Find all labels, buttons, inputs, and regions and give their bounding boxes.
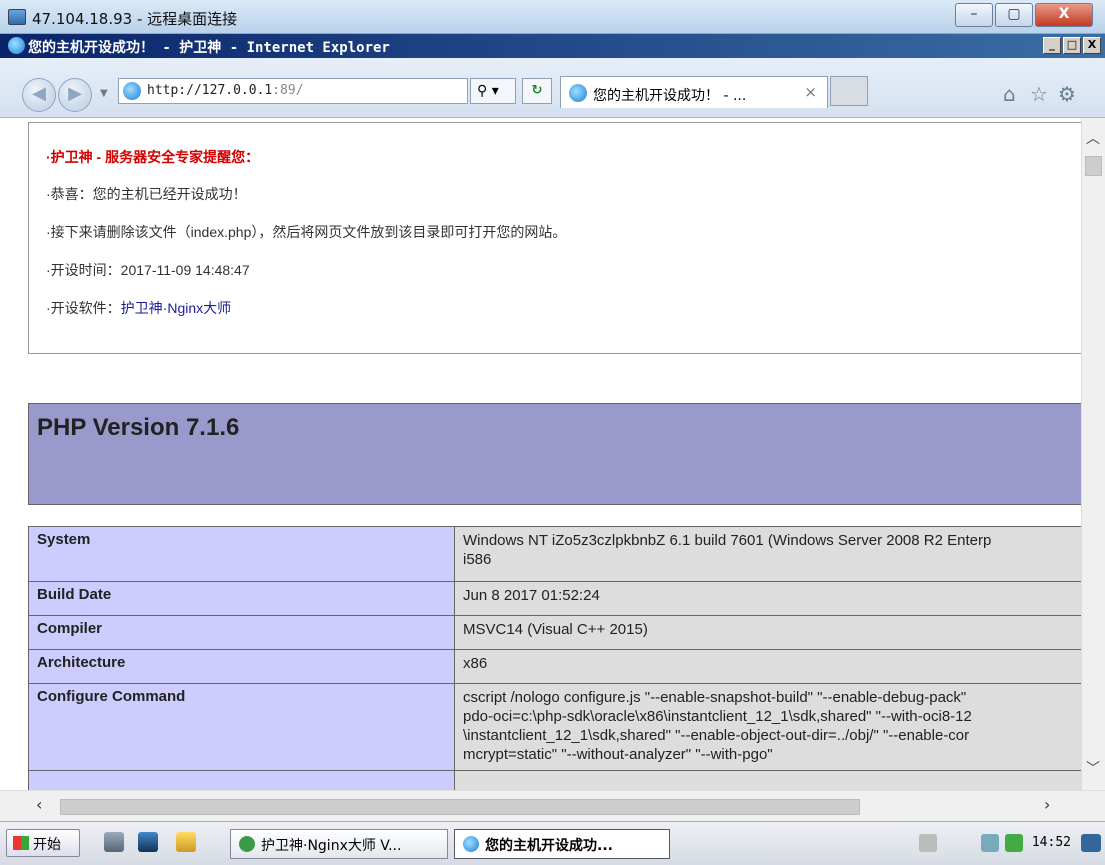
software-link[interactable]: 护卫神·Nginx大师 [121,300,231,316]
row-value [454,770,1081,790]
vertical-scroll-thumb[interactable] [1085,156,1102,176]
system-value-line-2: i586 [463,551,492,568]
system-value-line-1: Windows NT iZo5z3czlpkbnbZ 6.1 build 760… [463,532,992,549]
configure-line: \instantclient_12_1\sdk,shared" "--enabl… [463,727,970,744]
clock[interactable]: 14:52 [1032,835,1071,850]
task-label: 护卫神·Nginx大师 V... [261,838,402,854]
rdp-restore-button[interactable]: ▢ [995,3,1033,27]
security-icon[interactable] [1005,834,1023,852]
row-value: Windows NT iZo5z3czlpkbnbZ 6.1 build 760… [454,526,1081,582]
gear-icon[interactable]: ⚙ [1058,82,1076,106]
table-row: System Windows NT iZo5z3czlpkbnbZ 6.1 bu… [28,526,1081,582]
row-value: x86 [454,649,1081,684]
scroll-right-icon[interactable]: › [1044,795,1050,814]
ie-minimize-button[interactable]: _ [1043,37,1061,54]
configure-line: pdo-oci=c:\php-sdk\oracle\x86\instantcli… [463,708,972,725]
favorites-star-icon[interactable]: ☆ [1030,82,1048,106]
row-value: Jun 8 2017 01:52:24 [454,581,1081,616]
forward-arrow-icon: ▶ [68,83,82,104]
start-button[interactable]: 开始 [6,829,80,857]
address-host: http://127.0.0.1 [147,83,273,98]
php-version-title: PHP Version 7.1.6 [37,414,240,441]
tab-ie-icon [569,84,587,102]
horizontal-scroll-thumb[interactable] [60,799,860,815]
tab-current[interactable]: 您的主机开设成功！ - ... × [560,76,828,108]
configure-line: cscript /nologo configure.js "--enable-s… [463,689,967,706]
notice-box: ·护卫神 - 服务器安全专家提醒您： ·恭喜：您的主机已经开设成功！ ·接下来请… [28,122,1081,354]
address-bar[interactable]: http://127.0.0.1:89/ [118,78,468,104]
open-time-value: 2017-11-09 14:48:47 [120,262,250,278]
horizontal-scrollbar[interactable]: ‹ › [0,790,1105,821]
system-tray: 14:52 [915,826,1105,862]
vertical-scrollbar[interactable]: ︿ ﹀ [1081,118,1105,790]
row-key: Architecture [28,649,455,684]
open-time-label: ·开设时间： [46,262,121,278]
table-row [28,770,1081,790]
ie-close-button[interactable]: X [1083,37,1101,54]
show-desktop-button[interactable] [1081,834,1101,852]
scroll-up-icon[interactable]: ︿ [1086,128,1100,148]
row-key: Build Date [28,581,455,616]
address-port: :89/ [272,83,304,98]
windows-taskbar: 开始 护卫神·Nginx大师 V... 您的主机开设成功... 14:52 [0,821,1105,865]
shield-icon [239,836,255,852]
php-version-banner: PHP Version 7.1.6 [28,403,1081,505]
row-value: MSVC14 (Visual C++ 2015) [454,615,1081,650]
task-label: 您的主机开设成功... [485,838,613,854]
taskbar-item-ie[interactable]: 您的主机开设成功... [454,829,670,859]
php-info-table: System Windows NT iZo5z3czlpkbnbZ 6.1 bu… [28,526,1081,790]
notice-software: ·开设软件：护卫神·Nginx大师 [46,298,231,318]
address-text[interactable]: http://127.0.0.1:89/ [147,83,304,98]
page-content: ·护卫神 - 服务器安全专家提醒您： ·恭喜：您的主机已经开设成功！ ·接下来请… [0,118,1081,790]
table-row: Compiler MSVC14 (Visual C++ 2015) [28,615,1081,650]
ie-logo-icon [8,37,25,54]
row-value: cscript /nologo configure.js "--enable-s… [454,683,1081,771]
back-arrow-icon: ◀ [32,83,46,104]
history-dropdown-icon[interactable]: ▼ [100,88,108,99]
forward-button[interactable]: ▶ [58,78,92,112]
rdp-close-button[interactable]: X [1035,3,1093,27]
row-key: Compiler [28,615,455,650]
row-key: Configure Command [28,683,455,771]
server-manager-icon[interactable] [104,832,124,852]
remote-desktop-icon [8,9,26,25]
notice-congrats: ·恭喜：您的主机已经开设成功！ [46,186,247,202]
rdp-window-title: 47.104.18.93 - 远程桌面连接 [32,10,238,28]
ie-navigation-bar: ◀ ▶ ▼ http://127.0.0.1:89/ ⚲ ▾ ↻ 您的主机开设成… [0,58,1105,118]
ie-window-title: 您的主机开设成功！ - 护卫神 - Internet Explorer [28,40,390,56]
back-button[interactable]: ◀ [22,78,56,112]
search-icon: ⚲ [477,83,488,99]
configure-line: mcrypt=static" "--without-analyzer" "--w… [463,746,773,763]
home-icon[interactable]: ⌂ [1003,82,1016,106]
folder-icon[interactable] [176,832,196,852]
table-row: Build Date Jun 8 2017 01:52:24 [28,581,1081,616]
software-label: ·开设软件： [46,300,121,316]
refresh-icon: ↻ [531,83,543,98]
row-key [28,770,455,790]
notice-open-time: ·开设时间：2017-11-09 14:48:47 [46,260,250,280]
network-icon[interactable] [981,834,999,852]
notice-heading: ·护卫神 - 服务器安全专家提醒您： [46,149,260,165]
new-tab-button[interactable] [830,76,868,106]
rdp-minimize-button[interactable]: – [955,3,993,27]
table-row: Architecture x86 [28,649,1081,684]
notice-instruction: ·接下来请删除该文件（index.php），然后将网页文件放到该目录即可打开您的… [46,224,567,240]
ie-logo-icon [463,836,479,852]
row-key: System [28,526,455,582]
scroll-down-icon[interactable]: ﹀ [1086,758,1100,778]
ie-title-bar: 您的主机开设成功！ - 护卫神 - Internet Explorer _ □ … [0,34,1105,58]
compatibility-refresh-button[interactable]: ↻ [522,78,552,104]
keyboard-icon[interactable] [919,834,937,852]
taskbar-item-nginx[interactable]: 护卫神·Nginx大师 V... [230,829,448,859]
rdp-title-bar: 47.104.18.93 - 远程桌面连接 – ▢ X [0,0,1105,34]
scroll-left-icon[interactable]: ‹ [36,795,42,814]
ie-maximize-button[interactable]: □ [1063,37,1081,54]
chevron-down-icon: ▾ [491,83,499,99]
tab-close-button[interactable]: × [804,83,817,101]
powershell-icon[interactable] [138,832,158,852]
table-row: Configure Command cscript /nologo config… [28,683,1081,771]
page-ie-icon [123,82,141,100]
tab-label: 您的主机开设成功！ - ... [593,88,747,104]
search-button[interactable]: ⚲ ▾ [470,78,516,104]
